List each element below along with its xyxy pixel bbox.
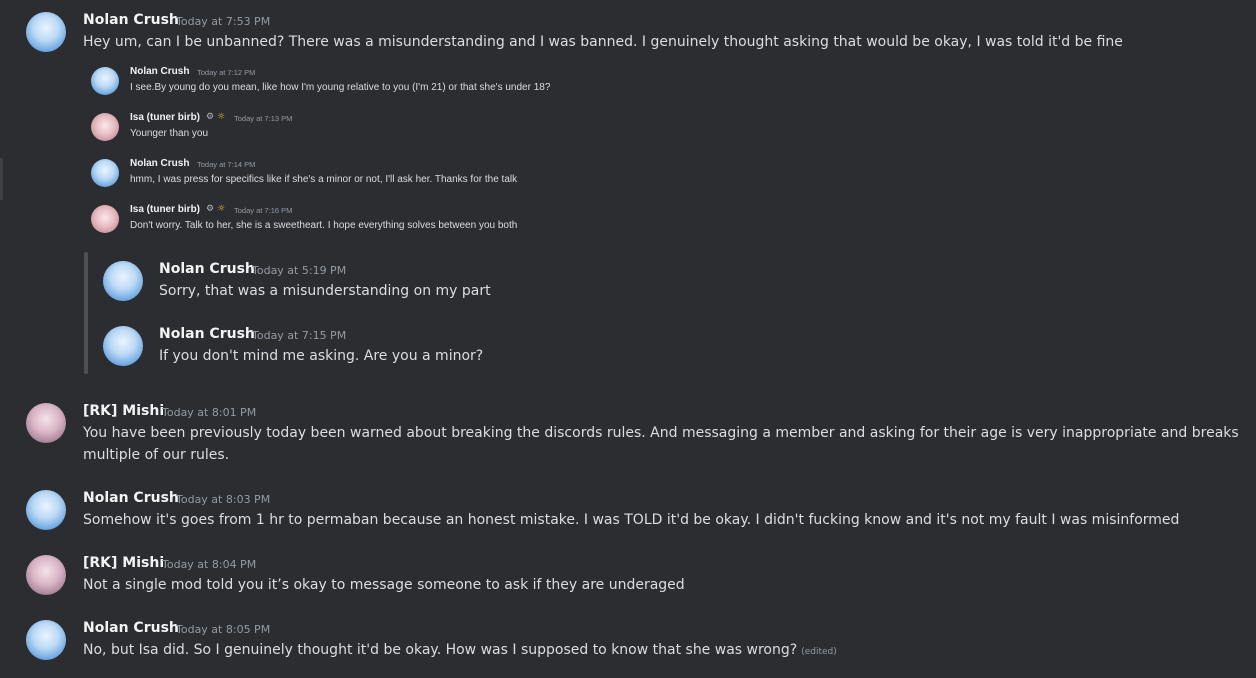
message-timestamp: Today at 7:15 PM [252,329,347,342]
message-text: Hey um, can I be unbanned? There was a m… [83,34,1123,50]
message-body: No, but Isa did. So I genuinely thought … [83,642,798,658]
message-author: Isa (tuner birb) [130,112,201,123]
message-author: Nolan Crush [130,158,190,169]
message-text: I see.By young do you mean, like how I'm… [130,82,551,93]
gear-icon: ⚙ [206,112,215,122]
message-text: Not a single mod told you it’s okay to m… [83,577,685,593]
message-text: Don't worry. Talk to her, she is a sweet… [130,220,518,231]
message-author: Nolan Crush [159,326,255,342]
avatar[interactable] [26,555,66,595]
message-text-continued: multiple of our rules. [83,447,230,463]
message-author[interactable]: Nolan Crush [83,490,179,506]
avatar [91,113,119,141]
avatar [91,205,119,233]
gear-icon: ⚙ [206,204,215,214]
message-timestamp: Today at 8:01 PM [162,406,257,419]
message-text: No, but Isa did. So I genuinely thought … [83,642,837,658]
avatar[interactable] [26,12,66,52]
quote-bar [84,252,88,374]
left-edge-strip [0,0,12,678]
avatar[interactable] [26,403,66,443]
message-timestamp: Today at 7:14 PM [197,160,256,169]
message-timestamp: Today at 7:12 PM [197,68,256,77]
message-author: Nolan Crush [130,66,190,77]
message-timestamp: Today at 8:03 PM [176,493,271,506]
avatar [91,67,119,95]
message-timestamp: Today at 8:04 PM [162,558,257,571]
avatar [103,261,143,301]
sun-icon: ☼ [217,204,226,214]
message-timestamp: Today at 5:19 PM [252,264,347,277]
message-timestamp: Today at 7:53 PM [176,15,271,28]
message-author: Isa (tuner birb) [130,204,201,215]
message-author[interactable]: Nolan Crush [83,12,179,28]
message-text: Sorry, that was a misunderstanding on my… [159,283,491,299]
chat-area[interactable]: Nolan Crush Today at 7:53 PM Hey um, can… [12,0,1256,678]
sun-icon: ☼ [217,112,226,122]
message-author[interactable]: Nolan Crush [83,620,179,636]
message-text: Younger than you [130,128,209,139]
message-text: Somehow it's goes from 1 hr to permaban … [83,512,1180,528]
message-author: Nolan Crush [159,261,255,277]
message-text: hmm, I was press for specifics like if s… [130,174,518,185]
message-text: You have been previously today been warn… [83,425,1239,441]
message-author[interactable]: [RK] Mishi [83,403,164,419]
avatar[interactable] [26,620,66,660]
avatar [91,159,119,187]
message-timestamp: Today at 7:16 PM [234,206,293,215]
avatar [103,326,143,366]
message-text: If you don't mind me asking. Are you a m… [159,348,484,364]
message-timestamp: Today at 7:13 PM [234,114,293,123]
message-author[interactable]: [RK] Mishi [83,555,164,571]
message-timestamp: Today at 8:05 PM [176,623,271,636]
edited-label: (edited) [801,647,837,657]
scroll-marker [0,158,3,200]
avatar[interactable] [26,490,66,530]
